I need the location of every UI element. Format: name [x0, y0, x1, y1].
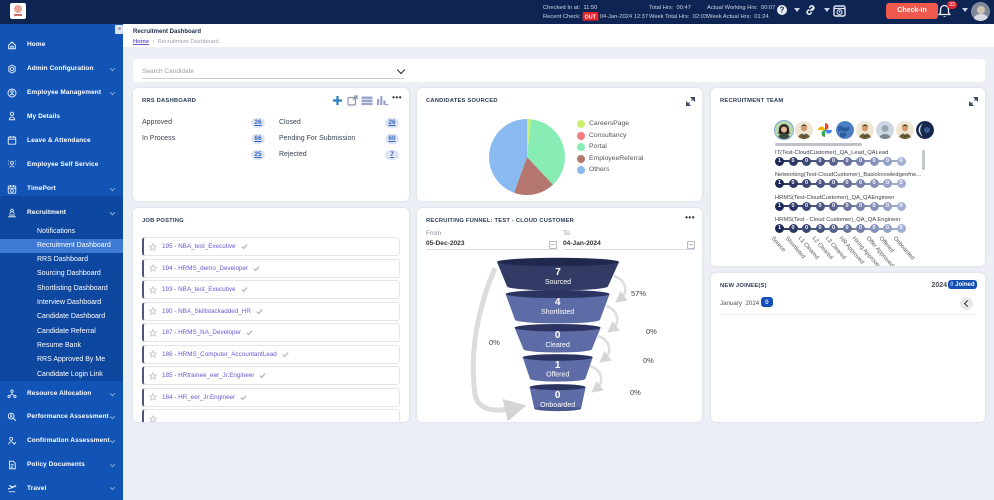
svg-text:0: 0 — [555, 390, 561, 401]
svg-text:4: 4 — [555, 297, 561, 308]
svg-text:0: 0 — [555, 330, 561, 341]
svg-text:Cleared: Cleared — [545, 342, 570, 349]
svg-text:1: 1 — [555, 360, 561, 371]
svg-text:Onboarded: Onboarded — [540, 402, 575, 409]
svg-text:Shortlisted: Shortlisted — [541, 309, 574, 316]
svg-text:?: ? — [780, 6, 785, 15]
svg-text:7: 7 — [555, 267, 561, 278]
svg-text:Sourced: Sourced — [545, 279, 571, 286]
svg-text:Offered: Offered — [546, 372, 569, 379]
